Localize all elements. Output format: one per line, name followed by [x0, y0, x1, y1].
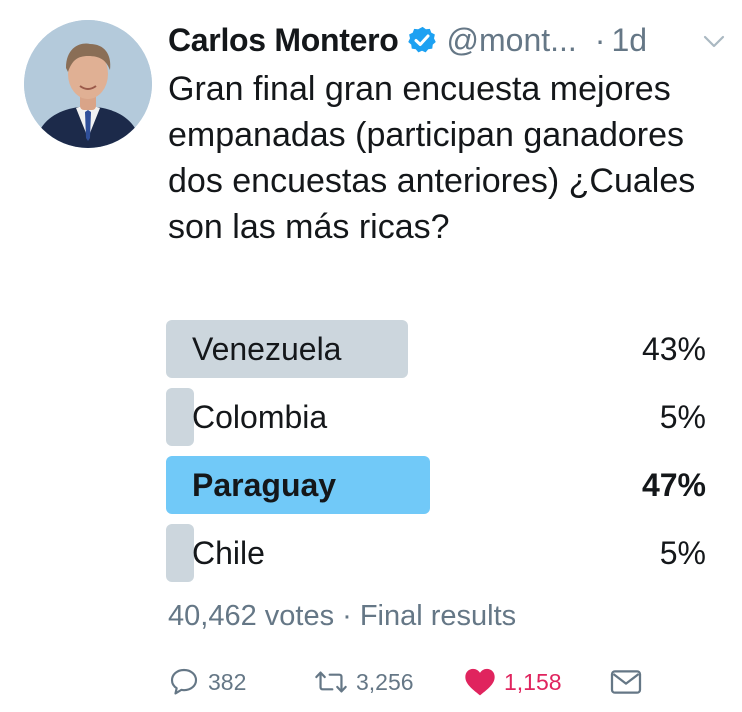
- poll-option-percent: 5%: [659, 399, 706, 435]
- poll-option-label: Venezuela: [192, 331, 342, 367]
- poll-option-percent: 43%: [641, 331, 706, 367]
- verified-badge-icon: [407, 25, 437, 55]
- tweet-header: Carlos Montero @mont... · 1d: [168, 16, 728, 64]
- poll-summary: 40,462 votes · Final results: [168, 600, 517, 632]
- poll-result-bar: [166, 388, 194, 446]
- poll: Venezuela 43% Colombia 5% Paraguay 47% Chile 5%: [166, 318, 706, 590]
- chevron-down-icon[interactable]: [702, 29, 726, 53]
- tweet-timestamp[interactable]: 1d: [611, 22, 647, 59]
- like-count: 1,158: [504, 668, 562, 695]
- like-button[interactable]: 1,158: [464, 660, 562, 704]
- reply-count: 382: [208, 668, 247, 695]
- header-separator: ·: [594, 21, 606, 58]
- poll-option-label: Chile: [192, 535, 265, 571]
- retweet-count: 3,256: [356, 668, 414, 695]
- author-handle[interactable]: @mont...: [447, 22, 577, 59]
- poll-option: Colombia 5%: [166, 386, 706, 446]
- retweet-icon: [314, 666, 348, 698]
- author-display-name[interactable]: Carlos Montero: [168, 22, 399, 59]
- tweet-actions: 382 3,256 1,158: [168, 660, 648, 704]
- reply-button[interactable]: 382: [168, 660, 246, 704]
- poll-option-percent: 47%: [641, 467, 706, 503]
- poll-option-percent: 5%: [659, 535, 706, 571]
- direct-message-button[interactable]: [610, 660, 642, 704]
- poll-option-label: Paraguay: [192, 467, 337, 503]
- avatar[interactable]: [24, 20, 152, 148]
- poll-option: Chile 5%: [166, 522, 706, 582]
- tweet-text: Gran final gran encuesta mejores empanad…: [168, 70, 696, 246]
- poll-option-label: Colombia: [192, 399, 328, 435]
- message-icon: [610, 668, 642, 696]
- reply-icon: [168, 666, 200, 698]
- heart-icon: [464, 667, 496, 697]
- poll-option: Paraguay 47%: [166, 454, 706, 514]
- poll-option: Venezuela 43%: [166, 318, 706, 378]
- poll-result-bar: [166, 524, 194, 582]
- retweet-button[interactable]: 3,256: [314, 660, 414, 704]
